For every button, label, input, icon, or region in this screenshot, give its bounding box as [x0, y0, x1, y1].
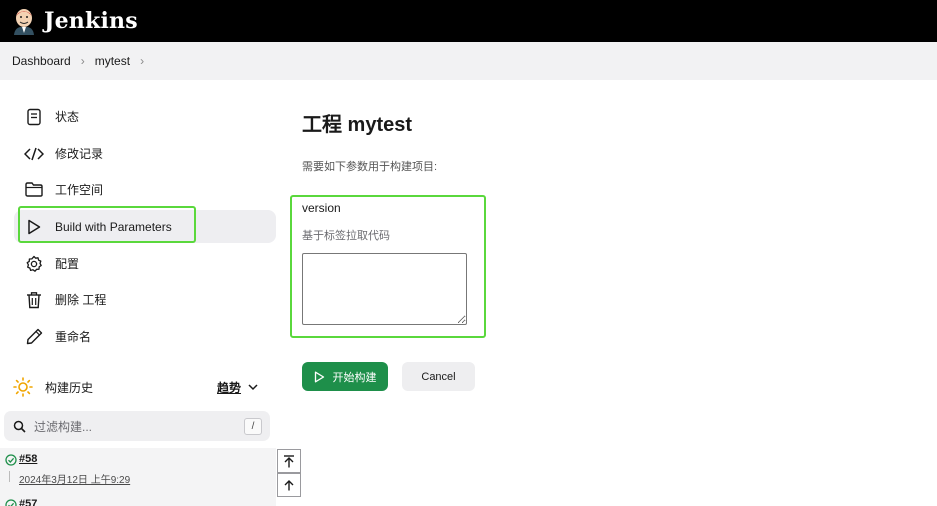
- chevron-right-icon: ›: [80, 54, 85, 68]
- gear-icon: [23, 253, 45, 275]
- version-textarea[interactable]: [302, 253, 467, 325]
- sidebar-item-rename[interactable]: 重命名: [14, 320, 276, 353]
- document-icon: [23, 106, 45, 128]
- build-history-header: 构建历史 趋势: [0, 372, 276, 402]
- sidebar-item-label: 配置: [55, 257, 80, 271]
- build-history-title: 构建历史: [45, 380, 94, 395]
- sidebar-item-label: 状态: [55, 110, 80, 124]
- sidebar-item-configure[interactable]: 配置: [14, 247, 276, 280]
- build-filter-input[interactable]: 过滤构建... /: [4, 411, 270, 441]
- sun-icon: [13, 377, 33, 397]
- trash-icon: [23, 289, 45, 311]
- arrow-top-icon: [284, 454, 294, 467]
- folder-icon: [23, 179, 45, 201]
- shortcut-key: /: [244, 418, 262, 435]
- breadcrumb-dashboard[interactable]: Dashboard: [12, 54, 71, 68]
- parameter-description: 基于标签拉取代码: [302, 230, 390, 242]
- sidebar-item-workspace[interactable]: 工作空间: [14, 173, 276, 206]
- chevron-right-icon[interactable]: ›: [140, 54, 144, 68]
- trend-link[interactable]: 趋势: [217, 379, 241, 396]
- search-icon: [13, 420, 26, 433]
- scroll-up-button[interactable]: [277, 473, 301, 497]
- parameter-name: version: [302, 201, 341, 215]
- highlight-frame: [18, 206, 196, 243]
- sidebar-item-changes[interactable]: 修改记录: [14, 137, 276, 170]
- sidebar-item-label: 删除 工程: [55, 293, 107, 307]
- timeline-divider: [9, 471, 10, 482]
- code-icon: [23, 143, 45, 165]
- scroll-to-top-button[interactable]: [277, 449, 301, 473]
- breadcrumb: Dashboard › mytest ›: [0, 42, 937, 80]
- cancel-label: Cancel: [421, 370, 456, 383]
- sidebar-item-delete[interactable]: 删除 工程: [14, 283, 276, 316]
- build-date-link[interactable]: 2024年3月12日 上午9:29: [19, 471, 130, 486]
- chevron-down-icon[interactable]: [248, 380, 258, 394]
- start-build-button[interactable]: 开始构建: [302, 362, 388, 391]
- success-check-icon: [5, 453, 17, 471]
- start-build-label: 开始构建: [332, 371, 377, 384]
- top-header: Jenkins: [0, 0, 937, 42]
- build-number-link[interactable]: #58: [19, 453, 37, 465]
- app-name[interactable]: Jenkins: [44, 8, 138, 34]
- play-icon: [314, 371, 324, 382]
- build-history-list: #58 2024年3月12日 上午9:29 #57: [0, 448, 276, 506]
- parameters-intro: 需要如下参数用于构建项目:: [302, 161, 438, 173]
- jenkins-logo-icon[interactable]: [12, 7, 36, 35]
- arrow-up-icon: [284, 480, 294, 491]
- build-number-link[interactable]: #57: [19, 498, 37, 506]
- cancel-button[interactable]: Cancel: [402, 362, 475, 391]
- sidebar-item-label: 修改记录: [55, 147, 104, 161]
- pencil-icon: [23, 326, 45, 348]
- breadcrumb-mytest[interactable]: mytest: [95, 54, 130, 68]
- page-title: 工程 mytest: [302, 114, 413, 136]
- sidebar-item-label: 工作空间: [55, 183, 104, 197]
- success-check-icon: [5, 498, 17, 506]
- sidebar-item-status[interactable]: 状态: [14, 100, 276, 133]
- filter-placeholder: 过滤构建...: [34, 419, 93, 434]
- sidebar-item-label: 重命名: [55, 330, 92, 344]
